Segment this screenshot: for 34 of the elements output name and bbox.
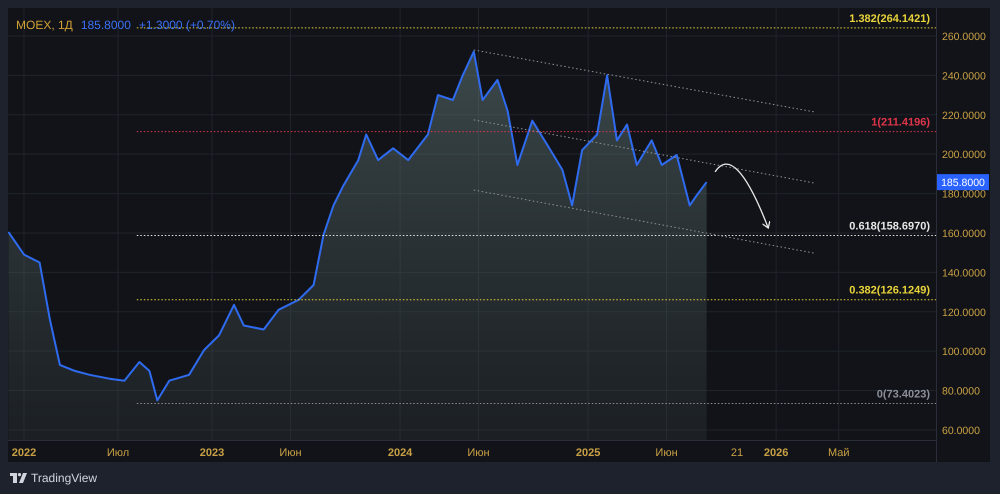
x-axis-label: 2026 bbox=[764, 447, 788, 459]
y-axis-label: 140.0000 bbox=[942, 267, 986, 280]
curved-arrow bbox=[714, 164, 770, 229]
x-axis-label: 2025 bbox=[576, 447, 600, 459]
x-axis-label: Июл bbox=[106, 447, 130, 459]
price-tag: 185.8000 bbox=[937, 174, 989, 190]
level-label: 1(211.4196) bbox=[871, 116, 930, 129]
level-label: 1.382(264.1421) bbox=[849, 12, 930, 25]
x-axis-label: 2022 bbox=[12, 447, 36, 459]
x-axis-label: Июн bbox=[279, 447, 302, 459]
brand-name: TradingView bbox=[31, 471, 98, 485]
x-axis-label: 2023 bbox=[200, 447, 224, 459]
price-change: +1.3000 (+0.70%) bbox=[138, 18, 235, 32]
y-axis-label: 80.0000 bbox=[942, 386, 980, 398]
y-axis-label: 160.0000 bbox=[942, 228, 986, 240]
price-value: 185.8000 bbox=[80, 18, 131, 32]
y-axis-label: 260.0000 bbox=[942, 30, 986, 43]
y-axis-label: 60.0000 bbox=[942, 424, 980, 437]
y-axis-label: 200.0000 bbox=[942, 149, 986, 162]
level-label: 0(73.4023) bbox=[876, 388, 930, 401]
level-label: 0.382(126.1249) bbox=[849, 284, 930, 297]
x-axis-label: Июн bbox=[655, 447, 678, 459]
y-axis-label: 180.0000 bbox=[942, 188, 986, 201]
level-label: 0.618(158.6970) bbox=[849, 220, 930, 233]
y-axis-label: 240.0000 bbox=[942, 70, 986, 82]
x-axis-label: Май bbox=[828, 447, 850, 459]
y-axis-label: 220.0000 bbox=[942, 110, 986, 122]
x-axis-label: 2024 bbox=[388, 447, 412, 459]
x-axis-label: 21 bbox=[730, 447, 744, 459]
logo-icon bbox=[10, 473, 27, 483]
symbol-label: MOEX, 1Д bbox=[16, 18, 73, 32]
y-axis-label: 120.0000 bbox=[942, 306, 986, 319]
x-axis-label: Июн bbox=[467, 447, 490, 459]
y-axis-label: 100.0000 bbox=[942, 346, 986, 358]
